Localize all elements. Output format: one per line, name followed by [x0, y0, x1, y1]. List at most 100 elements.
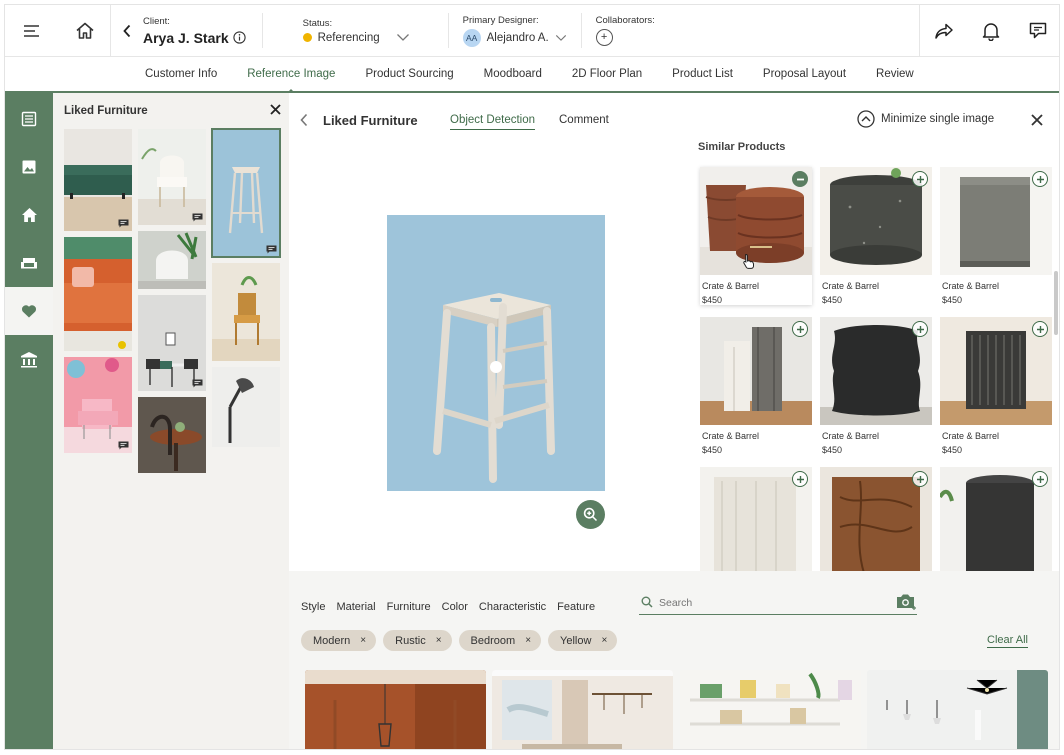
designer-name: Alejandro A. — [486, 31, 549, 44]
reference-image-preview[interactable] — [387, 215, 605, 491]
tab-product-sourcing[interactable]: Product Sourcing — [350, 56, 468, 92]
filter-chip[interactable]: Rustic × — [383, 630, 452, 651]
rail-item-furniture[interactable] — [5, 239, 53, 287]
plus-icon — [1036, 175, 1044, 183]
filter-characteristic[interactable]: Characteristic — [479, 601, 546, 613]
filter-furniture[interactable]: Furniture — [387, 601, 431, 613]
plus-icon — [1036, 325, 1044, 333]
home-button[interactable] — [59, 5, 111, 56]
image-icon — [22, 160, 36, 174]
reference-result-image[interactable] — [492, 670, 673, 749]
add-product-button[interactable] — [792, 471, 808, 487]
minimize-label: Minimize single image — [881, 113, 995, 125]
add-product-button[interactable] — [912, 171, 928, 187]
add-product-button[interactable] — [1032, 321, 1048, 337]
liked-image-plant-chair[interactable] — [138, 231, 206, 289]
zoom-in-icon — [583, 507, 598, 522]
tab-proposal-layout[interactable]: Proposal Layout — [748, 56, 861, 92]
filter-chip[interactable]: Modern × — [301, 630, 377, 651]
collaborators-block: Collaborators: + — [582, 5, 671, 56]
filter-chip[interactable]: Bedroom × — [458, 630, 542, 651]
product-card[interactable]: Crate & Barrel $450 — [820, 167, 932, 305]
close-liked-panel-button[interactable] — [267, 101, 283, 117]
designer-select[interactable]: AA Alejandro A. — [462, 28, 567, 47]
add-product-button[interactable] — [912, 471, 928, 487]
status-block[interactable]: Status: Referencing — [263, 5, 448, 56]
tab-reference-image[interactable]: Reference Image — [232, 56, 350, 92]
liked-furniture-panel: Liked Furniture — [53, 93, 289, 749]
chip-remove-icon[interactable]: × — [525, 635, 531, 646]
rail-item-liked[interactable] — [5, 287, 53, 335]
minus-icon — [796, 178, 804, 180]
add-collaborator-button[interactable]: + — [595, 29, 613, 46]
back-button[interactable] — [115, 5, 139, 56]
tab-customer-info[interactable]: Customer Info — [130, 56, 232, 92]
client-name-row: Arya J. Stark — [143, 30, 246, 46]
share-button[interactable] — [920, 5, 967, 56]
menu-button[interactable] — [5, 5, 59, 56]
add-product-button[interactable] — [1032, 471, 1048, 487]
liked-image-dining-set[interactable] — [138, 295, 206, 391]
filter-color[interactable]: Color — [442, 601, 468, 613]
active-filter-chips: Modern × Rustic × Bedroom × Yellow × — [301, 630, 618, 651]
tab-moodboard[interactable]: Moodboard — [469, 56, 557, 92]
chip-remove-icon[interactable]: × — [601, 635, 607, 646]
liked-image-orange-sofa[interactable] — [64, 237, 132, 351]
reference-result-image[interactable] — [305, 670, 486, 749]
product-card[interactable]: Crate & Barrel $450 — [700, 167, 812, 305]
liked-image-desk-lamp[interactable] — [212, 367, 280, 447]
tab-review[interactable]: Review — [861, 56, 929, 92]
search-icon — [641, 596, 653, 608]
zoom-button[interactable] — [576, 500, 605, 529]
client-name[interactable]: Arya J. Stark — [143, 30, 229, 46]
filter-style[interactable]: Style — [301, 601, 325, 613]
collaborators-label: Collaborators: — [595, 15, 655, 26]
product-brand: Crate & Barrel — [942, 431, 1000, 441]
product-card[interactable]: Crate & Barrel $450 — [940, 167, 1052, 305]
rail-item-images[interactable] — [5, 143, 53, 191]
camera-search-icon[interactable] — [895, 593, 917, 611]
menu-icon — [24, 24, 39, 37]
main-back-button[interactable] — [299, 113, 309, 132]
product-card[interactable]: Crate & Barrel $450 — [820, 317, 932, 455]
products-scrollbar[interactable] — [1054, 271, 1058, 335]
messages-button[interactable] — [1014, 5, 1059, 56]
search-input[interactable] — [659, 597, 889, 609]
add-product-button[interactable] — [1032, 171, 1048, 187]
filter-chip[interactable]: Yellow × — [548, 630, 618, 651]
rail-item-list[interactable] — [5, 95, 53, 143]
liked-image-white-chair[interactable] — [138, 129, 206, 225]
plus-icon — [916, 175, 924, 183]
liked-image-stool-selected[interactable] — [211, 128, 281, 258]
reference-search-area: Style Material Furniture Color Character… — [289, 571, 1059, 749]
add-product-button[interactable] — [792, 321, 808, 337]
notifications-button[interactable] — [967, 5, 1014, 56]
filter-material[interactable]: Material — [336, 601, 375, 613]
liked-image-wood-table[interactable] — [138, 397, 206, 473]
clear-all-button[interactable]: Clear All — [987, 634, 1028, 648]
designer-block[interactable]: Primary Designer: AA Alejandro A. — [449, 5, 581, 56]
product-card[interactable]: Crate & Barrel $450 — [940, 317, 1052, 455]
rail-item-home[interactable] — [5, 191, 53, 239]
client-label: Client: — [143, 15, 170, 27]
add-product-button[interactable] — [912, 321, 928, 337]
info-icon[interactable] — [232, 31, 246, 44]
close-main-button[interactable] — [1031, 113, 1043, 131]
tab-object-detection[interactable]: Object Detection — [450, 114, 536, 130]
minimize-image-button[interactable]: Minimize single image — [857, 110, 994, 128]
tab-comment[interactable]: Comment — [559, 114, 609, 129]
liked-image-green-sofa[interactable] — [64, 129, 132, 231]
reference-result-image[interactable] — [680, 670, 861, 749]
reference-result-image[interactable] — [867, 670, 1048, 749]
chip-remove-icon[interactable]: × — [436, 635, 442, 646]
tab-2d-floor-plan[interactable]: 2D Floor Plan — [557, 56, 657, 92]
status-select[interactable]: Referencing — [302, 32, 410, 44]
filter-feature[interactable]: Feature — [557, 601, 595, 613]
liked-image-pink-chair[interactable] — [64, 357, 132, 453]
rail-item-library[interactable] — [5, 335, 53, 383]
liked-image-rattan-chair[interactable] — [212, 263, 280, 361]
tab-product-list[interactable]: Product List — [657, 56, 748, 92]
product-card[interactable]: Crate & Barrel $450 — [700, 317, 812, 455]
chip-remove-icon[interactable]: × — [360, 635, 366, 646]
remove-product-button[interactable] — [792, 171, 808, 187]
